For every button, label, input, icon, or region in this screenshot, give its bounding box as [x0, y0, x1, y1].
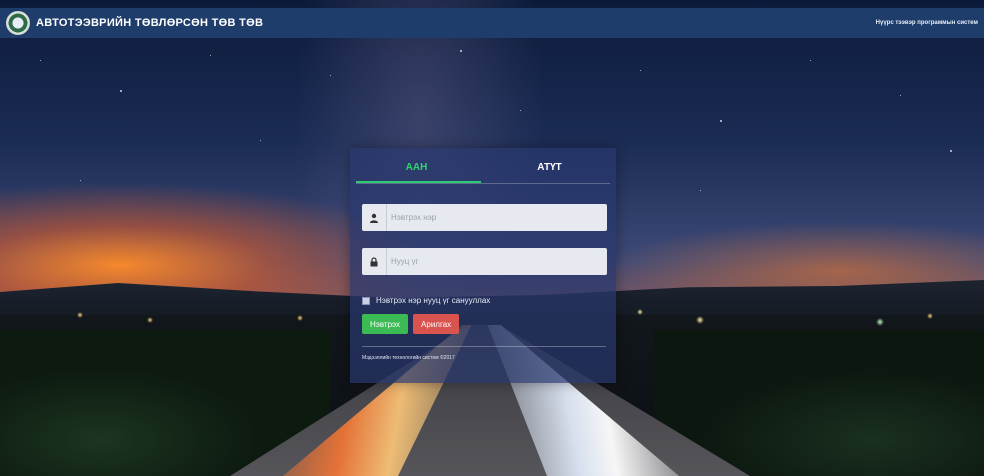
- copyright-footer: Мэдээллийн технологийн систем ©2017: [362, 355, 455, 361]
- username-field[interactable]: [362, 204, 607, 231]
- password-input[interactable]: [386, 248, 607, 275]
- remember-label: Нэвтрэх нэр нууц үг санууллах: [376, 296, 491, 305]
- cancel-button[interactable]: Арилгах: [413, 314, 460, 334]
- form-buttons: Нэвтрэх Арилгах: [362, 314, 460, 334]
- system-name: Нүүрс тээвэр программын систем: [875, 20, 978, 26]
- top-bar: АВТОТЭЭВРИЙН ТӨВЛӨРСӨН ТӨВ ТӨВ Нүүрс тээ…: [0, 8, 984, 38]
- login-panel: ААН АТҮТ Нэвтрэх нэр нууц үг санууллах Н…: [350, 148, 616, 383]
- remember-me[interactable]: Нэвтрэх нэр нууц үг санууллах: [362, 296, 490, 305]
- brand[interactable]: АВТОТЭЭВРИЙН ТӨВЛӨРСӨН ТӨВ ТӨВ: [6, 11, 263, 35]
- login-button[interactable]: Нэвтрэх: [362, 314, 409, 334]
- site-title: АВТОТЭЭВРИЙН ТӨВЛӨРСӨН ТӨВ ТӨВ: [36, 17, 264, 29]
- tab-atut[interactable]: АТҮТ: [483, 148, 616, 186]
- username-input[interactable]: [386, 204, 607, 231]
- tab-divider: [356, 183, 610, 184]
- lock-icon: [362, 256, 386, 267]
- user-icon: [362, 213, 386, 223]
- login-tabs: ААН АТҮТ: [350, 148, 616, 186]
- footer-divider: [362, 346, 606, 347]
- active-tab-indicator: [356, 181, 481, 183]
- logo-emblem-icon: [6, 11, 30, 35]
- remember-checkbox[interactable]: [362, 296, 370, 305]
- password-field[interactable]: [362, 248, 607, 275]
